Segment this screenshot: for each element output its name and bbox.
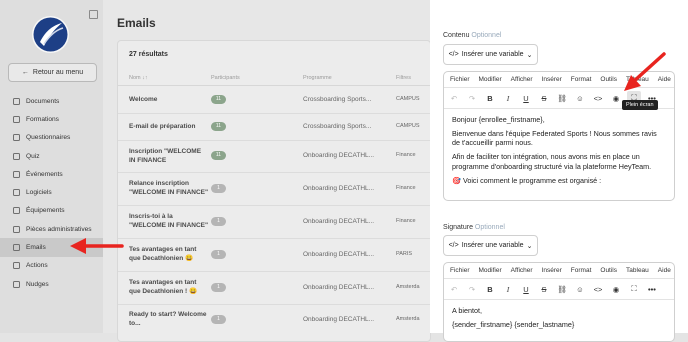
- arrow-to-fullscreen-icon: [624, 52, 666, 91]
- annotation-arrows: [70, 52, 666, 254]
- arrow-to-emails-icon: [70, 238, 124, 254]
